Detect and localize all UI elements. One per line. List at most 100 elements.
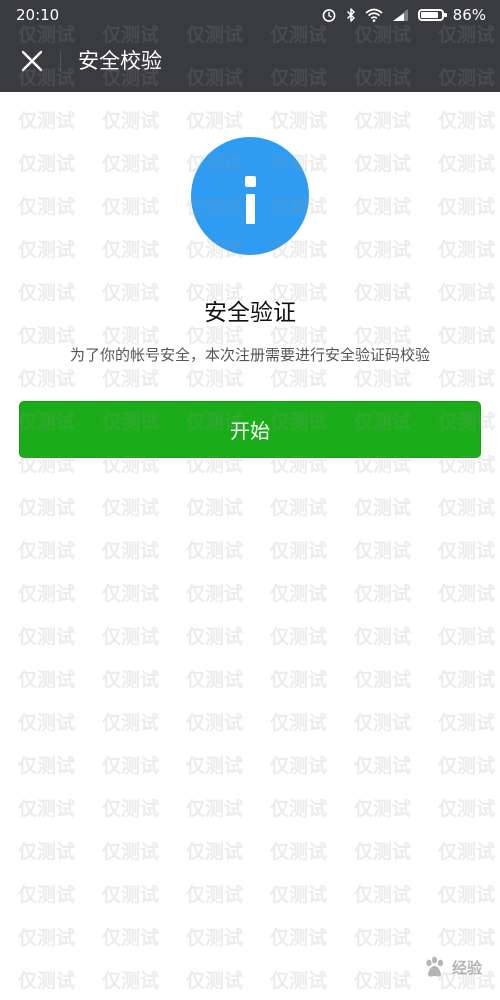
watermark-text: 仅测试 — [354, 970, 412, 992]
watermark-text: 仅测试 — [438, 368, 496, 390]
info-icon-dot — [244, 176, 256, 187]
watermark-text: 仅测试 — [438, 712, 496, 734]
battery-text: 86% — [452, 6, 486, 24]
watermark-text: 仅测试 — [354, 841, 412, 863]
watermark-text: 仅测试 — [354, 798, 412, 820]
battery-fill — [420, 12, 438, 18]
watermark-text: 仅测试 — [102, 239, 160, 261]
watermark-text: 仅测试 — [270, 368, 328, 390]
signal-icon — [392, 8, 409, 22]
watermark-text: 仅测试 — [102, 798, 160, 820]
watermark-text: 仅测试 — [186, 497, 244, 519]
watermark-text: 仅测试 — [102, 110, 160, 132]
watermark-text: 仅测试 — [438, 884, 496, 906]
status-bar: 20:10 86% — [0, 0, 500, 30]
watermark-text: 仅测试 — [102, 669, 160, 691]
watermark-text: 仅测试 — [18, 884, 76, 906]
watermark-text: 仅测试 — [354, 239, 412, 261]
info-icon — [191, 137, 309, 255]
watermark-text: 仅测试 — [18, 196, 76, 218]
bluetooth-icon — [346, 7, 356, 23]
nav-bar: 安全校验 — [0, 30, 500, 92]
watermark-text: 仅测试 — [438, 239, 496, 261]
watermark-text: 仅测试 — [102, 884, 160, 906]
baidu-text: 经验 — [451, 958, 482, 977]
watermark-text: 仅测试 — [438, 110, 496, 132]
watermark-text: 仅测试 — [438, 798, 496, 820]
watermark-text: 仅测试 — [186, 669, 244, 691]
watermark-text: 仅测试 — [102, 368, 160, 390]
watermark-text: 仅测试 — [354, 583, 412, 605]
watermark-text: 仅测试 — [18, 927, 76, 949]
watermark-text: 仅测试 — [186, 755, 244, 777]
watermark-text: 仅测试 — [18, 583, 76, 605]
watermark-text: 仅测试 — [18, 841, 76, 863]
info-icon-bar — [245, 194, 255, 224]
watermark-text: 仅测试 — [270, 884, 328, 906]
alarm-icon — [321, 7, 337, 23]
watermark-text: 仅测试 — [270, 626, 328, 648]
nav-divider — [60, 51, 61, 71]
watermark-text: 仅测试 — [186, 841, 244, 863]
watermark-text: 仅测试 — [18, 110, 76, 132]
watermark-text: 仅测试 — [102, 196, 160, 218]
watermark-text: 仅测试 — [18, 970, 76, 992]
watermark-text: 仅测试 — [270, 841, 328, 863]
watermark-text: 仅测试 — [102, 712, 160, 734]
watermark-text: 仅测试 — [186, 626, 244, 648]
watermark-text: 仅测试 — [438, 841, 496, 863]
status-time: 20:10 — [16, 6, 60, 24]
verification-title: 安全验证 — [204, 300, 296, 326]
baidu-paw-icon — [426, 956, 444, 977]
baidu-logo: 经验 — [422, 952, 482, 982]
watermark-text: 仅测试 — [270, 970, 328, 992]
watermark-text: 仅测试 — [186, 884, 244, 906]
watermark-text: 仅测试 — [102, 583, 160, 605]
start-button[interactable]: 开始 — [19, 401, 481, 458]
watermark-text: 仅测试 — [438, 669, 496, 691]
watermark-text: 仅测试 — [18, 798, 76, 820]
watermark-text: 仅测试 — [270, 669, 328, 691]
watermark-text: 仅测试 — [102, 153, 160, 175]
watermark-text: 仅测试 — [102, 970, 160, 992]
watermark-text: 仅测试 — [438, 583, 496, 605]
battery-icon — [417, 9, 447, 21]
watermark-text: 仅测试 — [186, 798, 244, 820]
watermark-text: 仅测试 — [18, 497, 76, 519]
close-button[interactable] — [8, 37, 56, 85]
watermark-text: 仅测试 — [354, 110, 412, 132]
watermark-text: 仅测试 — [18, 712, 76, 734]
watermark-text: 仅测试 — [18, 368, 76, 390]
watermark-text: 仅测试 — [270, 927, 328, 949]
watermark-text: 仅测试 — [270, 798, 328, 820]
watermark-text: 仅测试 — [270, 497, 328, 519]
watermark-text: 仅测试 — [18, 669, 76, 691]
watermark-text: 仅测试 — [438, 626, 496, 648]
close-icon — [21, 50, 43, 72]
watermark-text: 仅测试 — [438, 755, 496, 777]
watermark-text: 仅测试 — [18, 540, 76, 562]
watermark-text: 仅测试 — [354, 497, 412, 519]
watermark-text: 仅测试 — [270, 755, 328, 777]
watermark-text: 仅测试 — [354, 884, 412, 906]
watermark-text: 仅测试 — [438, 497, 496, 519]
watermark-text: 仅测试 — [438, 540, 496, 562]
watermark-text: 仅测试 — [102, 497, 160, 519]
watermark-text: 仅测试 — [18, 755, 76, 777]
watermark-text: 仅测试 — [18, 239, 76, 261]
watermark-text: 仅测试 — [18, 626, 76, 648]
watermark-text: 仅测试 — [270, 540, 328, 562]
watermark-text: 仅测试 — [270, 712, 328, 734]
status-icons: 86% — [321, 5, 486, 25]
watermark-text: 仅测试 — [270, 110, 328, 132]
watermark-text: 仅测试 — [438, 153, 496, 175]
watermark-text: 仅测试 — [186, 927, 244, 949]
watermark-text: 仅测试 — [186, 712, 244, 734]
watermark-text: 仅测试 — [102, 755, 160, 777]
watermark-text: 仅测试 — [354, 626, 412, 648]
watermark-text: 仅测试 — [354, 196, 412, 218]
watermark-text: 仅测试 — [186, 368, 244, 390]
watermark-text: 仅测试 — [186, 540, 244, 562]
verification-description: 为了你的帐号安全，本次注册需要进行安全验证码校验 — [69, 346, 430, 364]
watermark-text: 仅测试 — [354, 153, 412, 175]
